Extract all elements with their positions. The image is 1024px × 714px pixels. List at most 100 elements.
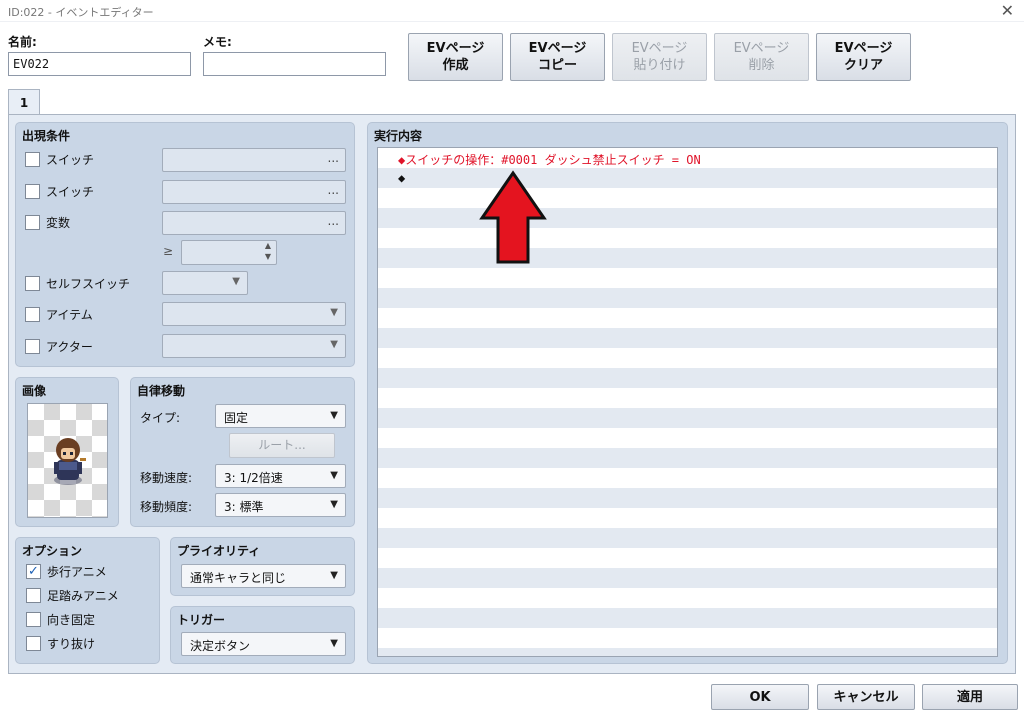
item-select[interactable]: ▼ [162,302,346,326]
item-checkbox-row[interactable]: アイテム [25,306,93,323]
movement-type-value: 固定 [224,411,249,425]
button-line2: クリア [843,58,883,73]
stepping-anim-label: 足踏みアニメ [47,589,119,603]
item-label: アイテム [46,308,93,322]
button-line1: EVページ [733,41,790,56]
trigger-value: 決定ボタン [190,639,251,653]
close-icon[interactable]: ✕ [1001,1,1014,20]
button-line2: 作成 [442,58,469,73]
ev-page-copy-button[interactable]: EVページ コピー [510,33,605,81]
conditions-title: 出現条件 [22,129,71,143]
walking-anim-checkbox[interactable]: ✓ [26,564,41,579]
red-up-arrow-icon [479,170,547,264]
self-switch-select[interactable]: ▼ [162,271,248,295]
tab-page-1[interactable]: 1 [8,89,40,115]
switch2-dots: ... [327,183,339,197]
through-checkbox-row[interactable]: すり抜け [26,635,95,652]
cancel-button[interactable]: キャンセル [817,684,915,710]
button-line1: EVページ [631,41,688,56]
window-title: ID:022 - イベントエディター [8,6,154,19]
through-checkbox[interactable] [26,636,41,651]
stepping-anim-checkbox-row[interactable]: 足踏みアニメ [26,587,119,604]
switch1-label: スイッチ [46,153,95,167]
chevron-down-icon: ▼ [330,410,338,421]
title-bar: ID:022 - イベントエディター ✕ [0,0,1024,22]
chevron-down-icon: ▼ [330,339,338,350]
name-field[interactable]: EV022 [8,52,191,76]
actor-checkbox-row[interactable]: アクター [25,338,93,355]
ge-symbol: ≥ [163,244,174,258]
actor-label: アクター [46,340,93,354]
switch1-dots: ... [327,151,339,165]
self-switch-checkbox[interactable] [25,276,40,291]
spin-up-icon[interactable]: ▲ [265,241,271,250]
ev-page-paste-button[interactable]: EVページ 貼り付け [612,33,707,81]
walking-anim-checkbox-row[interactable]: ✓ 歩行アニメ [26,563,107,580]
contents-title: 実行内容 [374,129,423,143]
command-line-switch[interactable]: ◆スイッチの操作：#0001 ダッシュ禁止スイッチ = ON [398,151,701,168]
memo-field[interactable] [203,52,386,76]
direction-fix-label: 向き固定 [47,613,96,627]
button-line1: EVページ [834,41,893,56]
ev-page-clear-button[interactable]: EVページ クリア [816,33,911,81]
movement-type-select[interactable]: 固定 ▼ [215,404,346,428]
ok-button[interactable]: OK [711,684,809,710]
movement-frequency-select[interactable]: 3: 標準 ▼ [215,493,346,517]
button-line1: EVページ [528,41,587,56]
switch2-label: スイッチ [46,185,95,199]
switch1-checkbox[interactable] [25,152,40,167]
variable-checkbox-row[interactable]: 変数 [25,214,70,231]
switch2-field[interactable]: ... [162,180,346,204]
movement-speed-select[interactable]: 3: 1/2倍速 ▼ [215,464,346,488]
button-line2: 削除 [748,58,775,73]
chevron-down-icon: ▼ [330,638,338,649]
direction-fix-checkbox-row[interactable]: 向き固定 [26,611,95,628]
trigger-select[interactable]: 決定ボタン ▼ [181,632,346,656]
image-title: 画像 [22,384,47,398]
item-checkbox[interactable] [25,307,40,322]
options-title: オプション [22,544,83,558]
chevron-down-icon: ▼ [330,470,338,481]
chevron-down-icon: ▼ [330,307,338,318]
command-line-empty[interactable]: ◆ [398,171,405,185]
variable-checkbox[interactable] [25,215,40,230]
switch2-checkbox-row[interactable]: スイッチ [25,183,94,200]
variable-field[interactable]: ... [162,211,346,235]
button-line2: コピー [537,58,577,73]
priority-select[interactable]: 通常キャラと同じ ▼ [181,564,346,588]
variable-dots: ... [327,214,339,228]
frequency-label: 移動頻度: [140,500,193,514]
priority-title: プライオリティ [177,544,261,558]
switch2-checkbox[interactable] [25,184,40,199]
autonomous-title: 自律移動 [137,384,186,398]
ev-page-delete-button[interactable]: EVページ 削除 [714,33,809,81]
button-line2: 貼り付け [633,58,686,73]
variable-value-spinner[interactable]: ▲ ▼ [181,240,277,265]
through-label: すり抜け [47,637,96,651]
ev-page-create-button[interactable]: EVページ 作成 [408,33,503,81]
route-button[interactable]: ルート... [229,433,335,458]
trigger-title: トリガー [177,613,226,627]
chevron-down-icon: ▼ [232,276,240,287]
chevron-down-icon: ▼ [330,499,338,510]
speed-label: 移動速度: [140,471,193,485]
apply-button[interactable]: 適用 [922,684,1018,710]
checkmark-icon: ✓ [28,564,39,579]
type-label: タイプ: [140,411,181,425]
spin-down-icon[interactable]: ▼ [265,252,271,261]
variable-label: 変数 [46,216,71,230]
self-switch-checkbox-row[interactable]: セルフスイッチ [25,275,130,292]
event-command-list[interactable]: ◆スイッチの操作：#0001 ダッシュ禁止スイッチ = ON ◆ [377,147,998,657]
name-label: 名前: [8,35,37,49]
movement-frequency-value: 3: 標準 [224,500,264,514]
direction-fix-checkbox[interactable] [26,612,41,627]
switch1-checkbox-row[interactable]: スイッチ [25,151,94,168]
character-image-preview[interactable] [27,403,108,518]
button-line1: EVページ [426,41,485,56]
stepping-anim-checkbox[interactable] [26,588,41,603]
switch1-field[interactable]: ... [162,148,346,172]
actor-select[interactable]: ▼ [162,334,346,358]
priority-value: 通常キャラと同じ [190,571,287,585]
memo-label: メモ: [203,35,232,49]
actor-checkbox[interactable] [25,339,40,354]
